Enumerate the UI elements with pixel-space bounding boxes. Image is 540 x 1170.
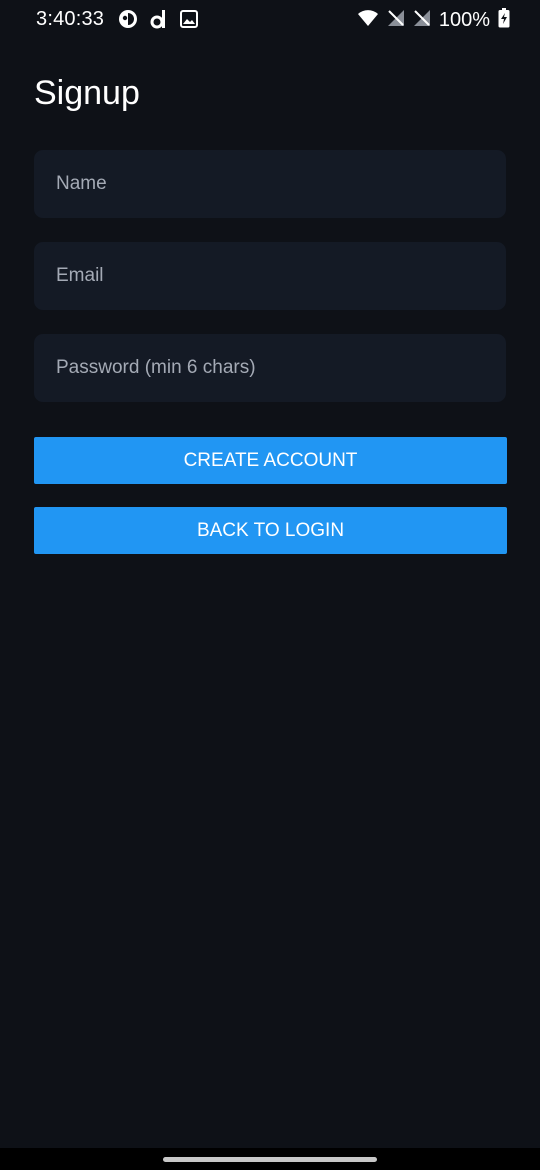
page-title: Signup xyxy=(34,74,140,112)
no-sim-icon xyxy=(413,9,431,32)
navigation-bar xyxy=(0,1148,540,1170)
email-input[interactable] xyxy=(56,265,484,287)
name-field[interactable] xyxy=(34,150,506,218)
home-indicator[interactable] xyxy=(163,1157,377,1162)
battery-charging-icon xyxy=(498,8,510,33)
app-circle-icon xyxy=(118,9,138,34)
status-right: 100% xyxy=(357,8,510,33)
battery-percentage: 100% xyxy=(438,9,490,31)
back-to-login-button[interactable]: BACK TO LOGIN xyxy=(34,507,507,554)
wifi-icon xyxy=(357,9,379,32)
status-bar: 3:40:33 100% xyxy=(0,0,540,40)
signup-screen: 3:40:33 100% Signup Name Email CREATE AC… xyxy=(0,0,540,1170)
d-app-icon xyxy=(150,9,168,34)
name-input[interactable] xyxy=(56,173,484,195)
password-field[interactable] xyxy=(34,334,506,402)
email-field[interactable] xyxy=(34,242,506,310)
notification-icons xyxy=(118,9,198,34)
create-account-button[interactable]: CREATE ACCOUNT xyxy=(34,437,507,484)
no-sim-icon xyxy=(387,9,405,32)
password-input[interactable] xyxy=(56,357,484,379)
status-time: 3:40:33 xyxy=(36,8,105,30)
image-icon xyxy=(180,10,198,33)
